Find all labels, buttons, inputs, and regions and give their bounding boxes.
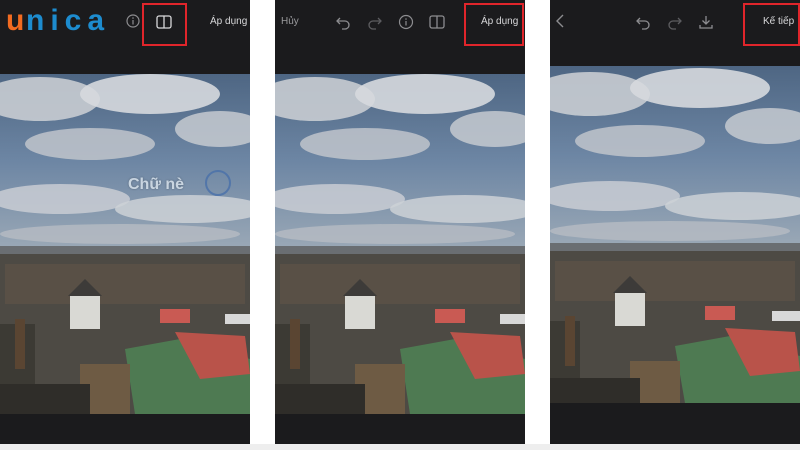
top-toolbar: Kế tiếp (550, 0, 800, 46)
city-photo: Chữ nè (0, 74, 250, 414)
undo-icon[interactable] (635, 14, 651, 30)
next-button[interactable]: Kế tiếp (763, 16, 794, 28)
info-icon[interactable] (398, 14, 414, 30)
redo-icon[interactable] (667, 14, 683, 30)
svg-text:nica: nica (26, 4, 110, 37)
redo-icon[interactable] (367, 14, 383, 30)
compare-split-icon[interactable] (429, 14, 445, 30)
city-photo (550, 66, 800, 403)
photo-scene (550, 66, 800, 403)
apply-button[interactable]: Áp dụng (210, 16, 247, 28)
unica-logo-mark: u nica (6, 4, 110, 37)
svg-text:u: u (6, 4, 24, 37)
photo-scene (0, 74, 250, 414)
bottom-background-strip (0, 444, 800, 450)
city-photo (275, 74, 525, 414)
text-rotate-handle[interactable] (205, 170, 231, 196)
compare-highlight (142, 3, 187, 46)
unica-logo: u nica (0, 0, 138, 40)
chevron-left-icon[interactable] (554, 13, 568, 29)
editor-screen-next: Kế tiếp (550, 0, 800, 444)
editor-screen-text: Áp dụng Chữ nè u nica (0, 0, 250, 444)
text-overlay[interactable]: Chữ nè (128, 176, 184, 194)
cancel-button[interactable]: Hủy (281, 16, 299, 28)
photo-scene (275, 74, 525, 414)
editor-screen-compare: Hủy Áp dụng (275, 0, 525, 444)
top-toolbar: Hủy Áp dụng (275, 0, 525, 46)
download-icon[interactable] (698, 14, 714, 30)
undo-icon[interactable] (335, 14, 351, 30)
apply-button[interactable]: Áp dụng (481, 16, 518, 28)
